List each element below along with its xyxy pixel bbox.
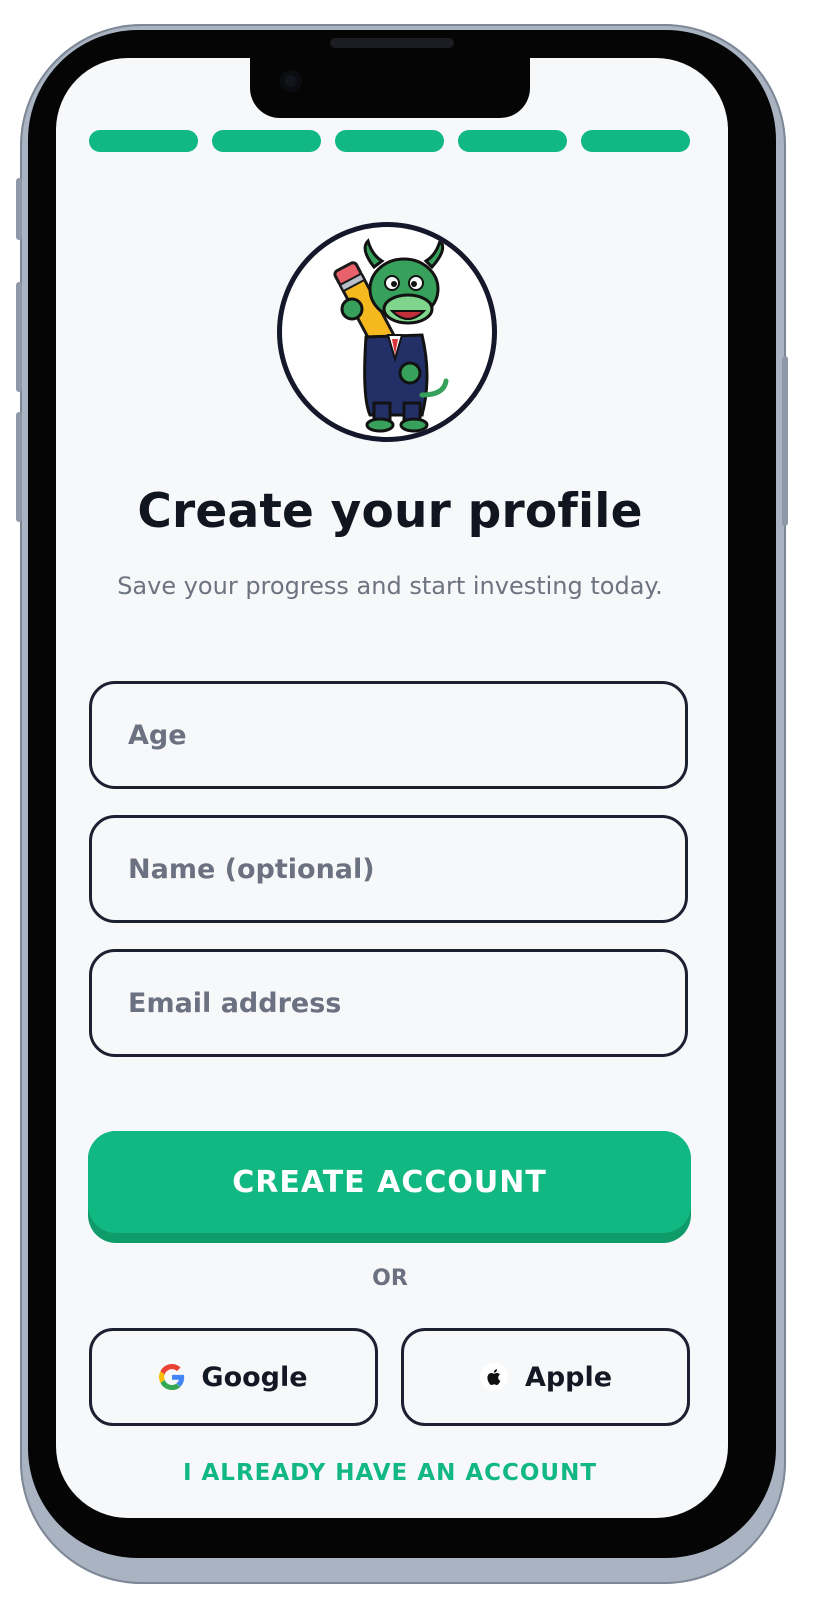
- progress-segment: [581, 130, 690, 152]
- name-field[interactable]: [89, 815, 688, 923]
- progress-segment: [212, 130, 321, 152]
- age-input[interactable]: [92, 684, 685, 786]
- apple-logo-icon: [479, 1363, 508, 1391]
- phone-power-button: [782, 356, 788, 526]
- email-field[interactable]: [89, 949, 688, 1057]
- phone-speaker: [330, 38, 454, 48]
- apple-label: Apple: [524, 1361, 613, 1393]
- progress-segment: [458, 130, 567, 152]
- page-title: Create your profile: [137, 484, 643, 539]
- bull-mascot-icon: [333, 238, 449, 433]
- already-have-account-link[interactable]: I ALREADY HAVE AN ACCOUNT: [0, 1460, 780, 1486]
- or-divider: OR: [372, 1266, 408, 1291]
- phone-side-button: [16, 178, 22, 240]
- name-input[interactable]: [92, 818, 685, 920]
- progress-segment: [335, 130, 444, 152]
- email-input[interactable]: [92, 952, 685, 1054]
- create-account-button[interactable]: CREATE ACCOUNT: [88, 1131, 691, 1243]
- onboarding-progress: [89, 130, 690, 152]
- apple-signin-button[interactable]: Apple: [401, 1328, 690, 1426]
- create-account-label: CREATE ACCOUNT: [88, 1131, 691, 1233]
- google-signin-button[interactable]: Google: [89, 1328, 378, 1426]
- phone-volume-up-button: [16, 282, 22, 392]
- front-camera: [280, 70, 302, 92]
- age-field[interactable]: [89, 681, 688, 789]
- page-subtitle: Save your progress and start investing t…: [117, 572, 663, 600]
- progress-segment: [89, 130, 198, 152]
- google-g-icon: [159, 1364, 185, 1390]
- google-label: Google: [201, 1361, 308, 1393]
- profile-avatar: [277, 222, 497, 442]
